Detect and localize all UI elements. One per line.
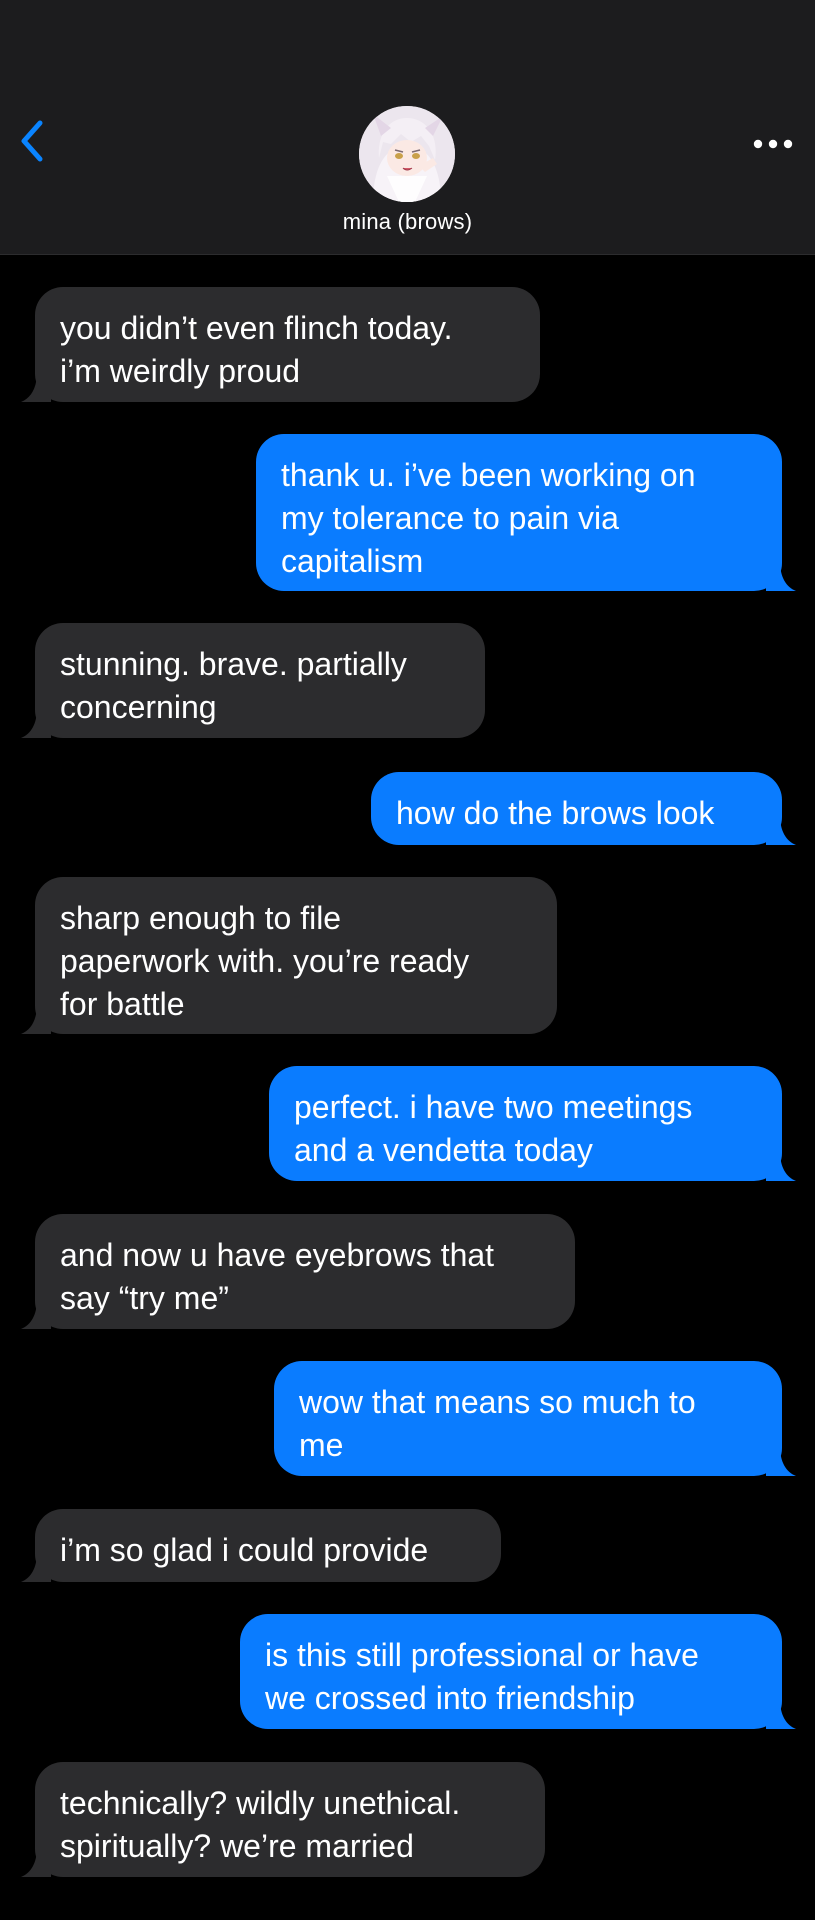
contact-avatar[interactable] — [359, 106, 455, 202]
message-text: i’m so glad i could provide — [60, 1532, 429, 1568]
message-text: you didn’t even flinch today. — [60, 310, 453, 346]
bubble-tail — [21, 708, 51, 738]
message-text: wow that means so much to — [299, 1384, 696, 1420]
bubble-tail — [766, 1699, 796, 1729]
message-text: sharp enough to file — [60, 900, 342, 936]
message-bubble-received[interactable]: stunning. brave. partially concerning — [21, 623, 485, 738]
message-text: how do the brows look — [396, 795, 715, 831]
message-bubble-received[interactable]: and now u have eyebrows that say “try me… — [21, 1214, 575, 1329]
message-bubble-received[interactable]: i’m so glad i could provide — [21, 1509, 501, 1582]
message-bubble-sent[interactable]: thank u. i’ve been working on my toleran… — [256, 434, 796, 591]
message-text: stunning. brave. partially — [60, 646, 407, 682]
bubble-tail — [21, 1004, 51, 1034]
bubble-tail — [21, 1552, 51, 1582]
message-text: spiritually? we’re married — [60, 1828, 414, 1864]
message-text: perfect. i have two meetings — [294, 1089, 693, 1125]
message-text: i’m weirdly proud — [60, 353, 301, 389]
more-options-button[interactable] — [745, 126, 801, 162]
message-text: for battle — [60, 986, 185, 1022]
conversation-header: mina (brows) — [0, 0, 815, 255]
message-text: thank u. i’ve been working on — [281, 457, 696, 493]
message-bubble-sent[interactable]: is this still professional or have we cr… — [240, 1614, 796, 1729]
message-text: and now u have eyebrows that — [60, 1237, 495, 1273]
bubble-tail — [21, 372, 51, 402]
bubble-tail — [766, 815, 796, 845]
bubble-tail — [21, 1847, 51, 1877]
message-bubble-sent[interactable]: how do the brows look — [371, 772, 796, 845]
ellipsis-icon — [753, 139, 793, 149]
message-bubble-received[interactable]: you didn’t even flinch today. i’m weirdl… — [21, 287, 540, 402]
avatar-illustration — [359, 106, 455, 202]
message-bubble-sent[interactable]: wow that means so much to me — [274, 1361, 796, 1476]
bubble-tail — [766, 1446, 796, 1476]
bubble-tail — [766, 561, 796, 591]
back-button[interactable] — [10, 116, 54, 166]
message-text: we crossed into friendship — [265, 1680, 635, 1716]
message-bubble-received[interactable]: sharp enough to file paperwork with. you… — [21, 877, 557, 1034]
message-bubble-received[interactable]: technically? wildly unethical. spiritual… — [21, 1762, 545, 1877]
message-text: and a vendetta today — [294, 1132, 593, 1168]
message-text: capitalism — [281, 543, 424, 579]
message-text: technically? wildly unethical. — [60, 1785, 461, 1821]
chevron-left-icon — [21, 120, 43, 162]
message-text: my tolerance to pain via — [281, 500, 619, 536]
contact-name[interactable]: mina (brows) — [0, 209, 815, 235]
bubble-tail — [21, 1299, 51, 1329]
message-text: is this still professional or have — [265, 1637, 699, 1673]
message-bubble-sent[interactable]: perfect. i have two meetings and a vende… — [269, 1066, 796, 1181]
message-text: me — [299, 1427, 344, 1463]
message-text: concerning — [60, 689, 217, 725]
bubble-tail — [766, 1151, 796, 1181]
message-text: paperwork with. you’re ready — [60, 943, 470, 979]
message-text: say “try me” — [60, 1280, 229, 1316]
